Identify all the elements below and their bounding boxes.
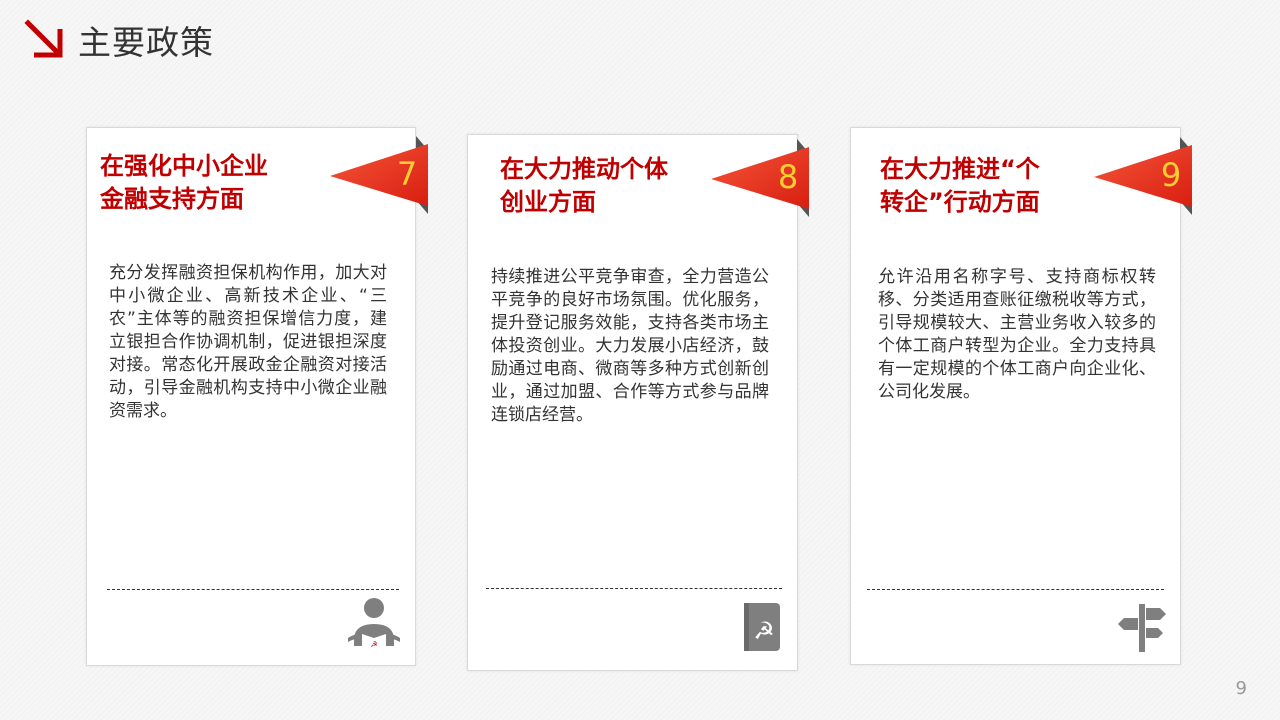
- card-title: 在大力推进“个 转企”行动方面: [880, 155, 1040, 216]
- number-flag: 9: [1094, 135, 1194, 215]
- page-title: 主要政策: [78, 23, 214, 62]
- dashed-divider: [486, 588, 782, 589]
- person-reading-icon: ☭: [348, 598, 400, 652]
- page-number: 9: [1235, 678, 1247, 699]
- policy-card-2: 在大力推动个体 创业方面 8 持续推进公平竞争审查，全力营造公平竞争的良好市场氛…: [467, 134, 809, 671]
- dashed-divider: [867, 589, 1164, 590]
- number-flag: 8: [711, 137, 811, 217]
- card-body: 允许沿用名称字号、支持商标权转移、分类适用查账征缴税收等方式，引导规模较大、主营…: [878, 267, 1156, 402]
- signpost-icon: [1118, 604, 1166, 652]
- svg-text:☭: ☭: [370, 640, 377, 649]
- arrow-down-right-icon: [24, 19, 63, 58]
- card-body: 充分发挥融资担保机构作用，加大对中小微企业、高新技术企业、“三农”主体等的融资担…: [109, 263, 387, 421]
- party-book-icon: ☭: [744, 603, 780, 651]
- card-body: 持续推进公平竞争审查，全力营造公平竞争的良好市场氛围。优化服务，提升登记服务效能…: [491, 267, 769, 425]
- card-number: 7: [396, 155, 418, 193]
- card-title: 在大力推动个体 创业方面: [500, 155, 668, 216]
- dashed-divider: [107, 589, 399, 590]
- svg-text:☭: ☭: [753, 617, 775, 645]
- number-flag: 7: [330, 134, 430, 214]
- card-number: 9: [1160, 156, 1182, 194]
- card-title: 在强化中小企业 金融支持方面: [100, 152, 268, 213]
- policy-card-3: 在大力推进“个 转企”行动方面 9 允许沿用名称字号、支持商标权转移、分类适用查…: [850, 127, 1192, 665]
- page-header: 主要政策: [24, 18, 214, 62]
- policy-card-1: 在强化中小企业 金融支持方面 7 充分发挥融资担保机构作用，加大对中小微企业、高…: [86, 127, 428, 666]
- card-number: 8: [777, 158, 799, 196]
